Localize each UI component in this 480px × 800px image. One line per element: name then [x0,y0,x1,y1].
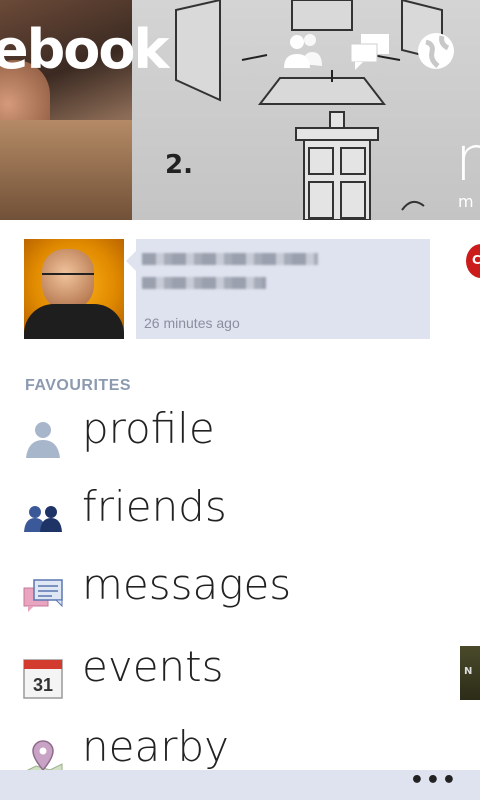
menu-label: friends [82,482,227,531]
cover-photo-jacket [0,120,132,220]
messages-icon [22,576,64,618]
blurred-status-text [142,277,266,289]
menu-item-events[interactable]: 31 events [22,642,442,708]
menu-item-friends[interactable]: friends [22,482,442,548]
next-page-thumbnail: N [460,646,480,700]
messages-icon[interactable] [347,28,393,74]
status-bubble[interactable]: 26 minutes ago [136,239,430,339]
bubble-pointer [126,251,136,271]
menu-label: events [82,642,224,691]
friend-requests-icon[interactable] [280,28,326,74]
calendar-icon: 31 [22,658,64,700]
person-icon [22,420,64,462]
more-options-icon[interactable]: ••• [410,768,458,793]
calendar-day-number: 31 [33,675,53,695]
panorama-subtitle: m [458,192,474,211]
menu-item-profile[interactable]: profile [22,404,442,470]
friends-icon [22,498,64,540]
step-number: 2. [165,150,193,180]
favourites-heading: FAVOURITES [25,377,132,394]
menu-item-messages[interactable]: messages [22,560,442,626]
blurred-status-text [142,253,318,265]
panorama-header: 2. ebook n m [0,0,480,220]
avatar[interactable] [24,239,124,339]
menu-label: nearby [82,722,229,771]
app-title: ebook [0,18,169,81]
menu-label: profile [82,404,215,453]
app-bar: ••• [0,768,480,800]
avatar-glasses [42,273,94,285]
next-page-badge: C [466,244,480,278]
globe-notifications-icon[interactable] [414,28,460,74]
status-timestamp: 26 minutes ago [144,315,240,331]
panorama-title: n [455,122,480,195]
next-page-badge-text: C [472,253,480,267]
next-page-thumbnail-text: N [464,666,473,677]
menu-label: messages [82,560,292,609]
avatar-body [24,304,124,339]
